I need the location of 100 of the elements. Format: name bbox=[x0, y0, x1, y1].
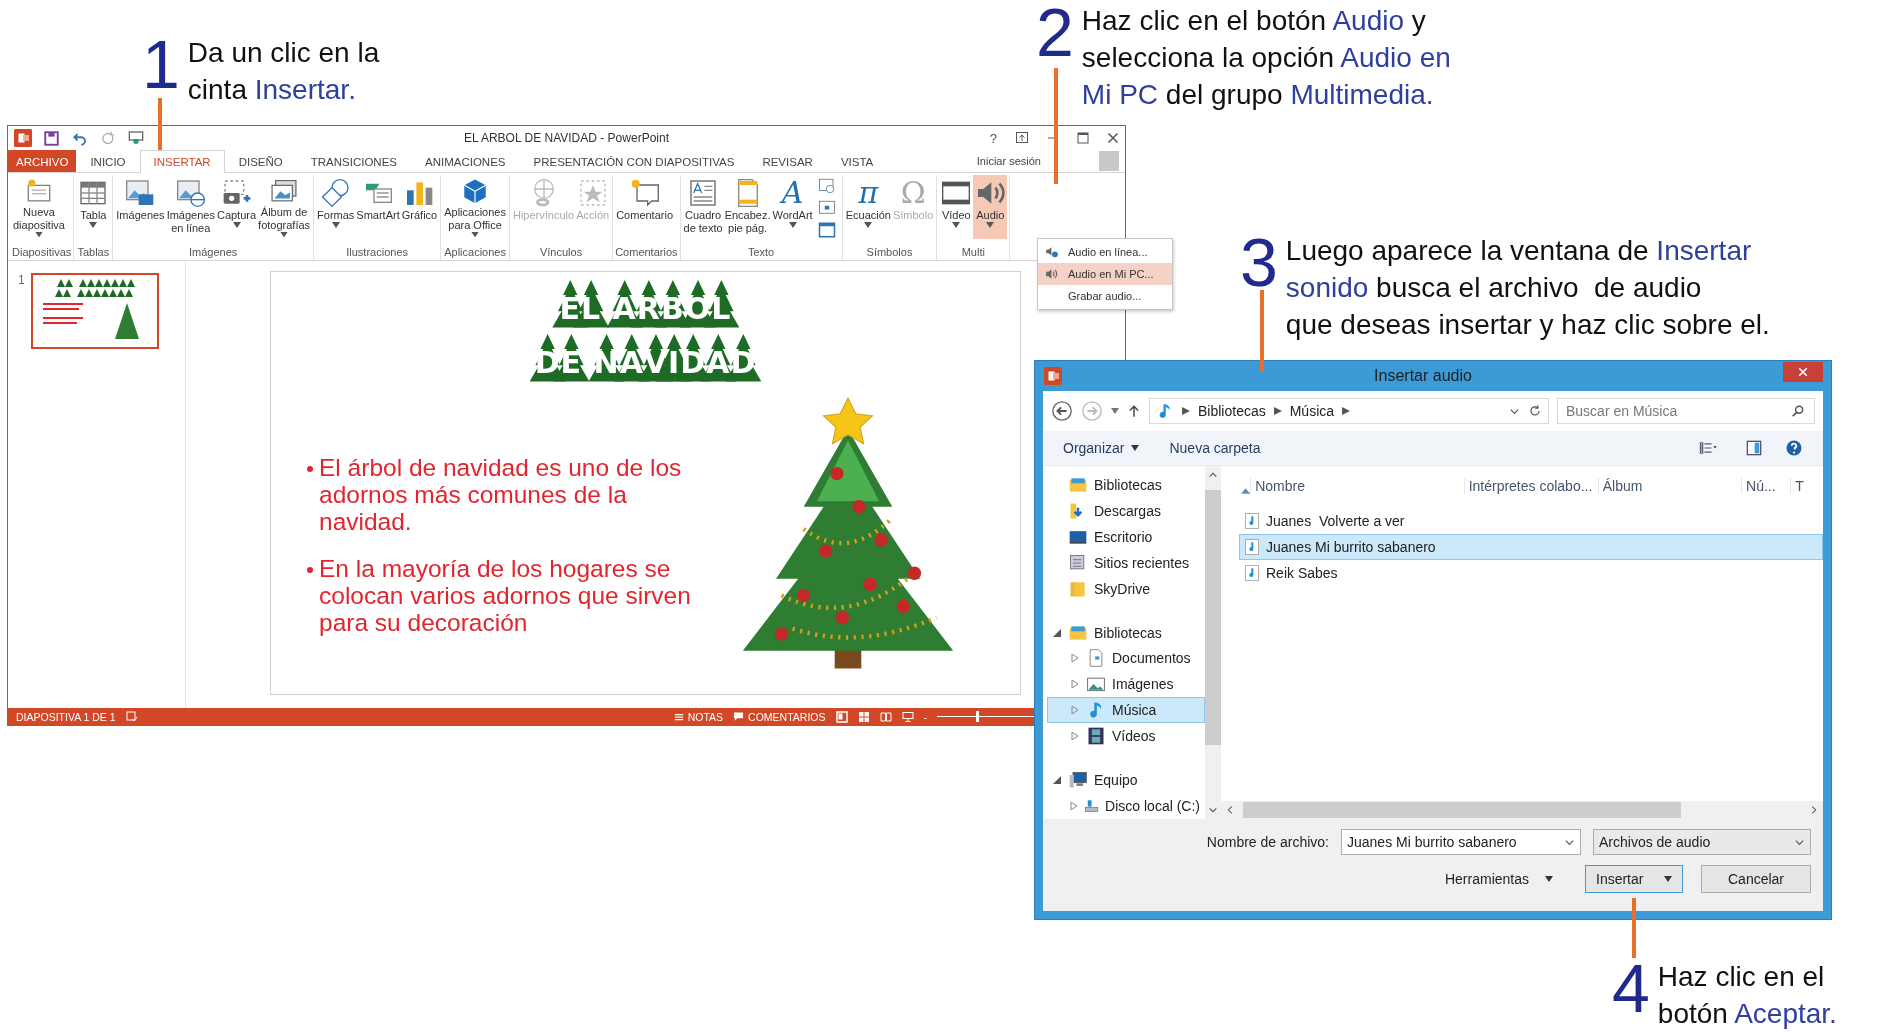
column-header[interactable]: Nombre bbox=[1250, 478, 1464, 494]
ribbon-button[interactable]: Formas bbox=[316, 175, 356, 239]
ribbon-button[interactable]: Audio bbox=[973, 175, 1008, 239]
column-header[interactable]: Intérpretes colabo... bbox=[1463, 478, 1598, 494]
computer-icon bbox=[1068, 770, 1088, 791]
close-button[interactable] bbox=[1783, 362, 1823, 382]
slide-sorter-icon bbox=[857, 710, 870, 723]
new-folder-button[interactable]: Nueva carpeta bbox=[1169, 440, 1261, 456]
search-field[interactable]: Buscar en Música bbox=[1557, 398, 1815, 424]
ribbon-tab[interactable]: PRESENTACIÓN CON DIAPOSITIVAS bbox=[519, 150, 749, 172]
zoom-out-button[interactable]: - bbox=[923, 710, 927, 723]
notes-button[interactable]: NOTAS bbox=[673, 710, 724, 723]
recent-locations-caret-icon bbox=[1111, 408, 1119, 414]
zoom-slider-thumb[interactable] bbox=[975, 711, 979, 722]
menu-item[interactable]: Audio en línea... bbox=[1038, 241, 1172, 263]
nav-item[interactable]: Bibliotecas bbox=[1047, 619, 1205, 646]
ribbon-button[interactable]: Imágenes en línea bbox=[165, 175, 216, 239]
comments-button[interactable]: COMENTARIOS bbox=[733, 710, 826, 723]
cancel-button[interactable]: Cancelar bbox=[1701, 865, 1811, 893]
column-header[interactable]: Álbum bbox=[1597, 478, 1742, 494]
step-number: 1 bbox=[142, 34, 180, 96]
dialog-title: Insertar audio bbox=[1373, 367, 1473, 385]
nav-item[interactable]: Descargas bbox=[1047, 497, 1205, 524]
nav-item[interactable]: Música bbox=[1047, 697, 1205, 724]
vertical-scrollbar[interactable] bbox=[1205, 466, 1221, 819]
caret-icon bbox=[1131, 445, 1140, 451]
ribbon-tab[interactable]: TRANSICIONES bbox=[296, 150, 411, 172]
ribbon-button[interactable]: A WordArt bbox=[771, 175, 814, 239]
ribbon-button[interactable]: Nueva diapositiva bbox=[12, 175, 66, 239]
preview-pane-icon bbox=[1745, 440, 1763, 456]
column-header[interactable]: T bbox=[1790, 478, 1823, 494]
file-row[interactable]: Juanes Volverte a ver bbox=[1239, 508, 1823, 534]
ribbon-button[interactable]: Gráfico bbox=[400, 175, 439, 239]
spelling-icon bbox=[125, 710, 138, 723]
file-name-field[interactable]: Juanes Mi burrito sabanero bbox=[1341, 829, 1581, 855]
ribbon-tab[interactable]: INICIO bbox=[76, 150, 140, 172]
comment-icon bbox=[733, 711, 745, 722]
ribbon-button[interactable]: Álbum de fotografías bbox=[257, 175, 312, 239]
nav-item[interactable]: Vídeos bbox=[1047, 723, 1205, 750]
ribbon-tab[interactable]: ARCHIVO bbox=[8, 150, 77, 172]
tools-button[interactable]: Herramientas bbox=[1438, 870, 1559, 888]
address-bar[interactable]: Bibliotecas Música bbox=[1149, 398, 1549, 424]
file-row[interactable]: Juanes Mi burrito sabanero bbox=[1239, 534, 1823, 560]
collapsed-triangle-icon bbox=[1070, 802, 1078, 811]
nav-item[interactable]: Disco local (C:) bbox=[1047, 793, 1205, 819]
caret-icon bbox=[89, 222, 98, 228]
ribbon-button[interactable]: Vídeo bbox=[939, 175, 974, 239]
scroll-up-icon bbox=[1208, 470, 1218, 480]
breadcrumb-separator-icon bbox=[1342, 407, 1351, 415]
redo-icon bbox=[101, 130, 116, 146]
step-number: 4 bbox=[1612, 958, 1650, 1020]
group-label: Multi bbox=[960, 246, 986, 260]
organize-button[interactable]: Organizar bbox=[1063, 440, 1140, 456]
nav-item[interactable]: Documentos bbox=[1047, 645, 1205, 672]
nav-item[interactable]: Bibliotecas bbox=[1047, 472, 1205, 498]
group-label: Vínculos bbox=[538, 246, 584, 260]
nav-item[interactable]: Imágenes bbox=[1047, 671, 1205, 698]
expanded-triangle-icon bbox=[1053, 628, 1061, 637]
ribbon-button[interactable]: Encabez. pie pág. bbox=[723, 175, 772, 239]
ribbon-button[interactable]: SmartArt bbox=[355, 175, 401, 239]
nav-item[interactable]: SkyDrive bbox=[1047, 575, 1205, 602]
caret-icon bbox=[331, 222, 340, 228]
ribbon-button[interactable]: Captura bbox=[215, 175, 258, 239]
step-number: 3 bbox=[1240, 232, 1278, 294]
horizontal-scrollbar[interactable] bbox=[1221, 801, 1823, 819]
column-header[interactable]: Nú... bbox=[1741, 478, 1791, 494]
picture-globe-icon bbox=[174, 177, 207, 209]
group-label: Símbolos bbox=[865, 246, 914, 260]
help-button[interactable]: ? bbox=[989, 130, 997, 146]
nav-item[interactable]: Equipo bbox=[1047, 767, 1205, 794]
ribbon-button[interactable]: Aplicaciones para Office bbox=[443, 175, 507, 239]
file-row[interactable]: Reik Sabes bbox=[1239, 560, 1823, 586]
bullet-text: El árbol de navidad es uno de los adornos más comunes de la navidad. bbox=[319, 454, 683, 535]
breadcrumb-item[interactable]: Bibliotecas bbox=[1198, 403, 1266, 419]
sign-in-link[interactable]: Iniciar sesión bbox=[976, 155, 1041, 167]
menu-item[interactable]: Grabar audio... bbox=[1038, 285, 1172, 307]
menu-item[interactable]: Audio en Mi PC... bbox=[1038, 263, 1172, 285]
nav-item[interactable]: Sitios recientes bbox=[1047, 549, 1205, 576]
ribbon-button[interactable]: π Ecuación bbox=[844, 175, 892, 239]
file-type-dropdown[interactable]: Archivos de audio bbox=[1593, 829, 1811, 855]
nav-item[interactable]: Escritorio bbox=[1047, 523, 1205, 550]
ribbon-button[interactable]: Tabla bbox=[76, 175, 111, 239]
breadcrumb-item[interactable]: Música bbox=[1289, 403, 1335, 419]
ribbon-tab[interactable]: ANIMACIONES bbox=[411, 150, 520, 172]
caret-icon bbox=[35, 231, 43, 237]
ribbon-button[interactable]: Imágenes bbox=[115, 175, 166, 239]
caret-icon bbox=[952, 222, 961, 228]
scroll-right-icon bbox=[1809, 805, 1819, 815]
scroll-left-icon bbox=[1225, 805, 1235, 815]
caret-icon bbox=[1545, 876, 1553, 882]
ribbon-button[interactable]: Cuadro de texto bbox=[682, 175, 724, 239]
ribbon-button[interactable]: Comentario bbox=[615, 175, 674, 239]
window-title: EL ARBOL DE NAVIDAD - PowerPoint bbox=[464, 131, 669, 145]
ribbon-tab[interactable]: DISEÑO bbox=[224, 150, 297, 172]
ribbon-tab[interactable]: INSERTAR bbox=[139, 150, 225, 173]
ribbon-tab[interactable]: REVISAR bbox=[748, 150, 827, 172]
insert-button[interactable]: Insertar bbox=[1585, 865, 1683, 893]
ribbon-tab[interactable]: VISTA bbox=[826, 150, 888, 172]
slide-thumbnail-drawing[interactable] bbox=[30, 273, 159, 349]
search-icon bbox=[1791, 404, 1805, 418]
